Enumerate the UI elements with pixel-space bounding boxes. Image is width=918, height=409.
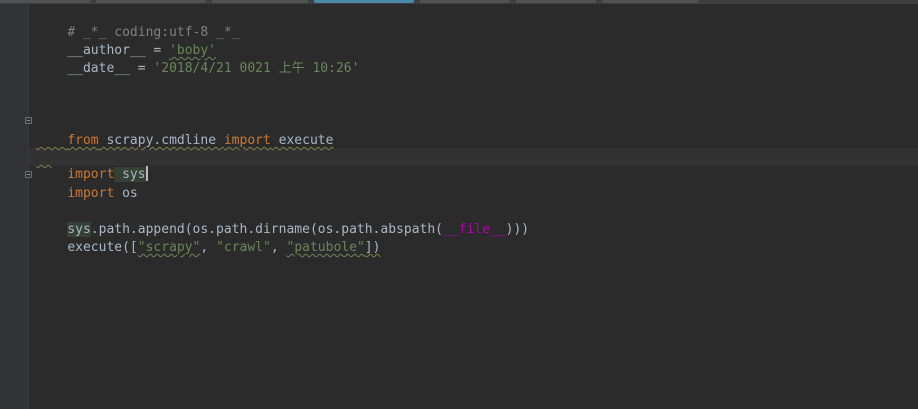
import-keyword: import xyxy=(67,186,115,201)
line-gutter[interactable] xyxy=(0,4,29,409)
code-line-1: # _*_ coding:utf-8 _*_ xyxy=(36,6,239,40)
code-lines[interactable]: # _*_ coding:utf-8 _*_ __author__ = 'bob… xyxy=(29,4,918,409)
code-line-9: import sys xyxy=(36,148,148,182)
text-caret xyxy=(145,166,148,181)
editor-tab[interactable] xyxy=(212,0,308,3)
code-line-10: import os xyxy=(36,167,137,201)
assign-operator: = xyxy=(129,61,154,76)
from-keyword: from xyxy=(67,133,99,148)
import-os: os xyxy=(114,186,138,201)
code-line-12: sys.path.append(os.path.dirname(os.path.… xyxy=(36,203,529,237)
arg-crawl: "crawl" xyxy=(216,240,271,255)
code-line-2: __author__ = 'boby' xyxy=(36,24,216,58)
editor-tab-active[interactable] xyxy=(314,0,414,3)
code-line-13: execute(["scrapy", "crawl", "patubole"]) xyxy=(36,221,380,255)
module-path: scrapy.cmdline xyxy=(98,133,224,148)
code-line-3: __date__ = '2018/4/21 0021 上午 10:26' xyxy=(36,42,359,76)
editor-tab[interactable] xyxy=(420,0,510,3)
code-line-7: from scrapy.cmdline import execute xyxy=(36,114,333,148)
import-name: execute xyxy=(270,133,334,148)
closing-parens: ))) xyxy=(505,222,530,237)
date-string: '2018/4/21 0021 上午 10:26' xyxy=(153,61,360,76)
import-keyword: import xyxy=(223,133,271,148)
comma: , xyxy=(270,240,287,255)
comma: , xyxy=(200,240,217,255)
file-dunder: __file__ xyxy=(443,222,506,237)
date-variable: __date__ xyxy=(67,61,130,76)
arg-scrapy: "scrapy" xyxy=(137,240,201,255)
editor-tab[interactable] xyxy=(602,0,698,3)
editor-tab[interactable] xyxy=(96,0,206,3)
execute-call: execute([ xyxy=(67,240,138,255)
closing-bracket: ]) xyxy=(364,240,381,255)
editor-tab[interactable] xyxy=(516,0,596,3)
editor-tab[interactable] xyxy=(0,0,90,3)
arg-patubole: "patubole" xyxy=(286,240,365,255)
